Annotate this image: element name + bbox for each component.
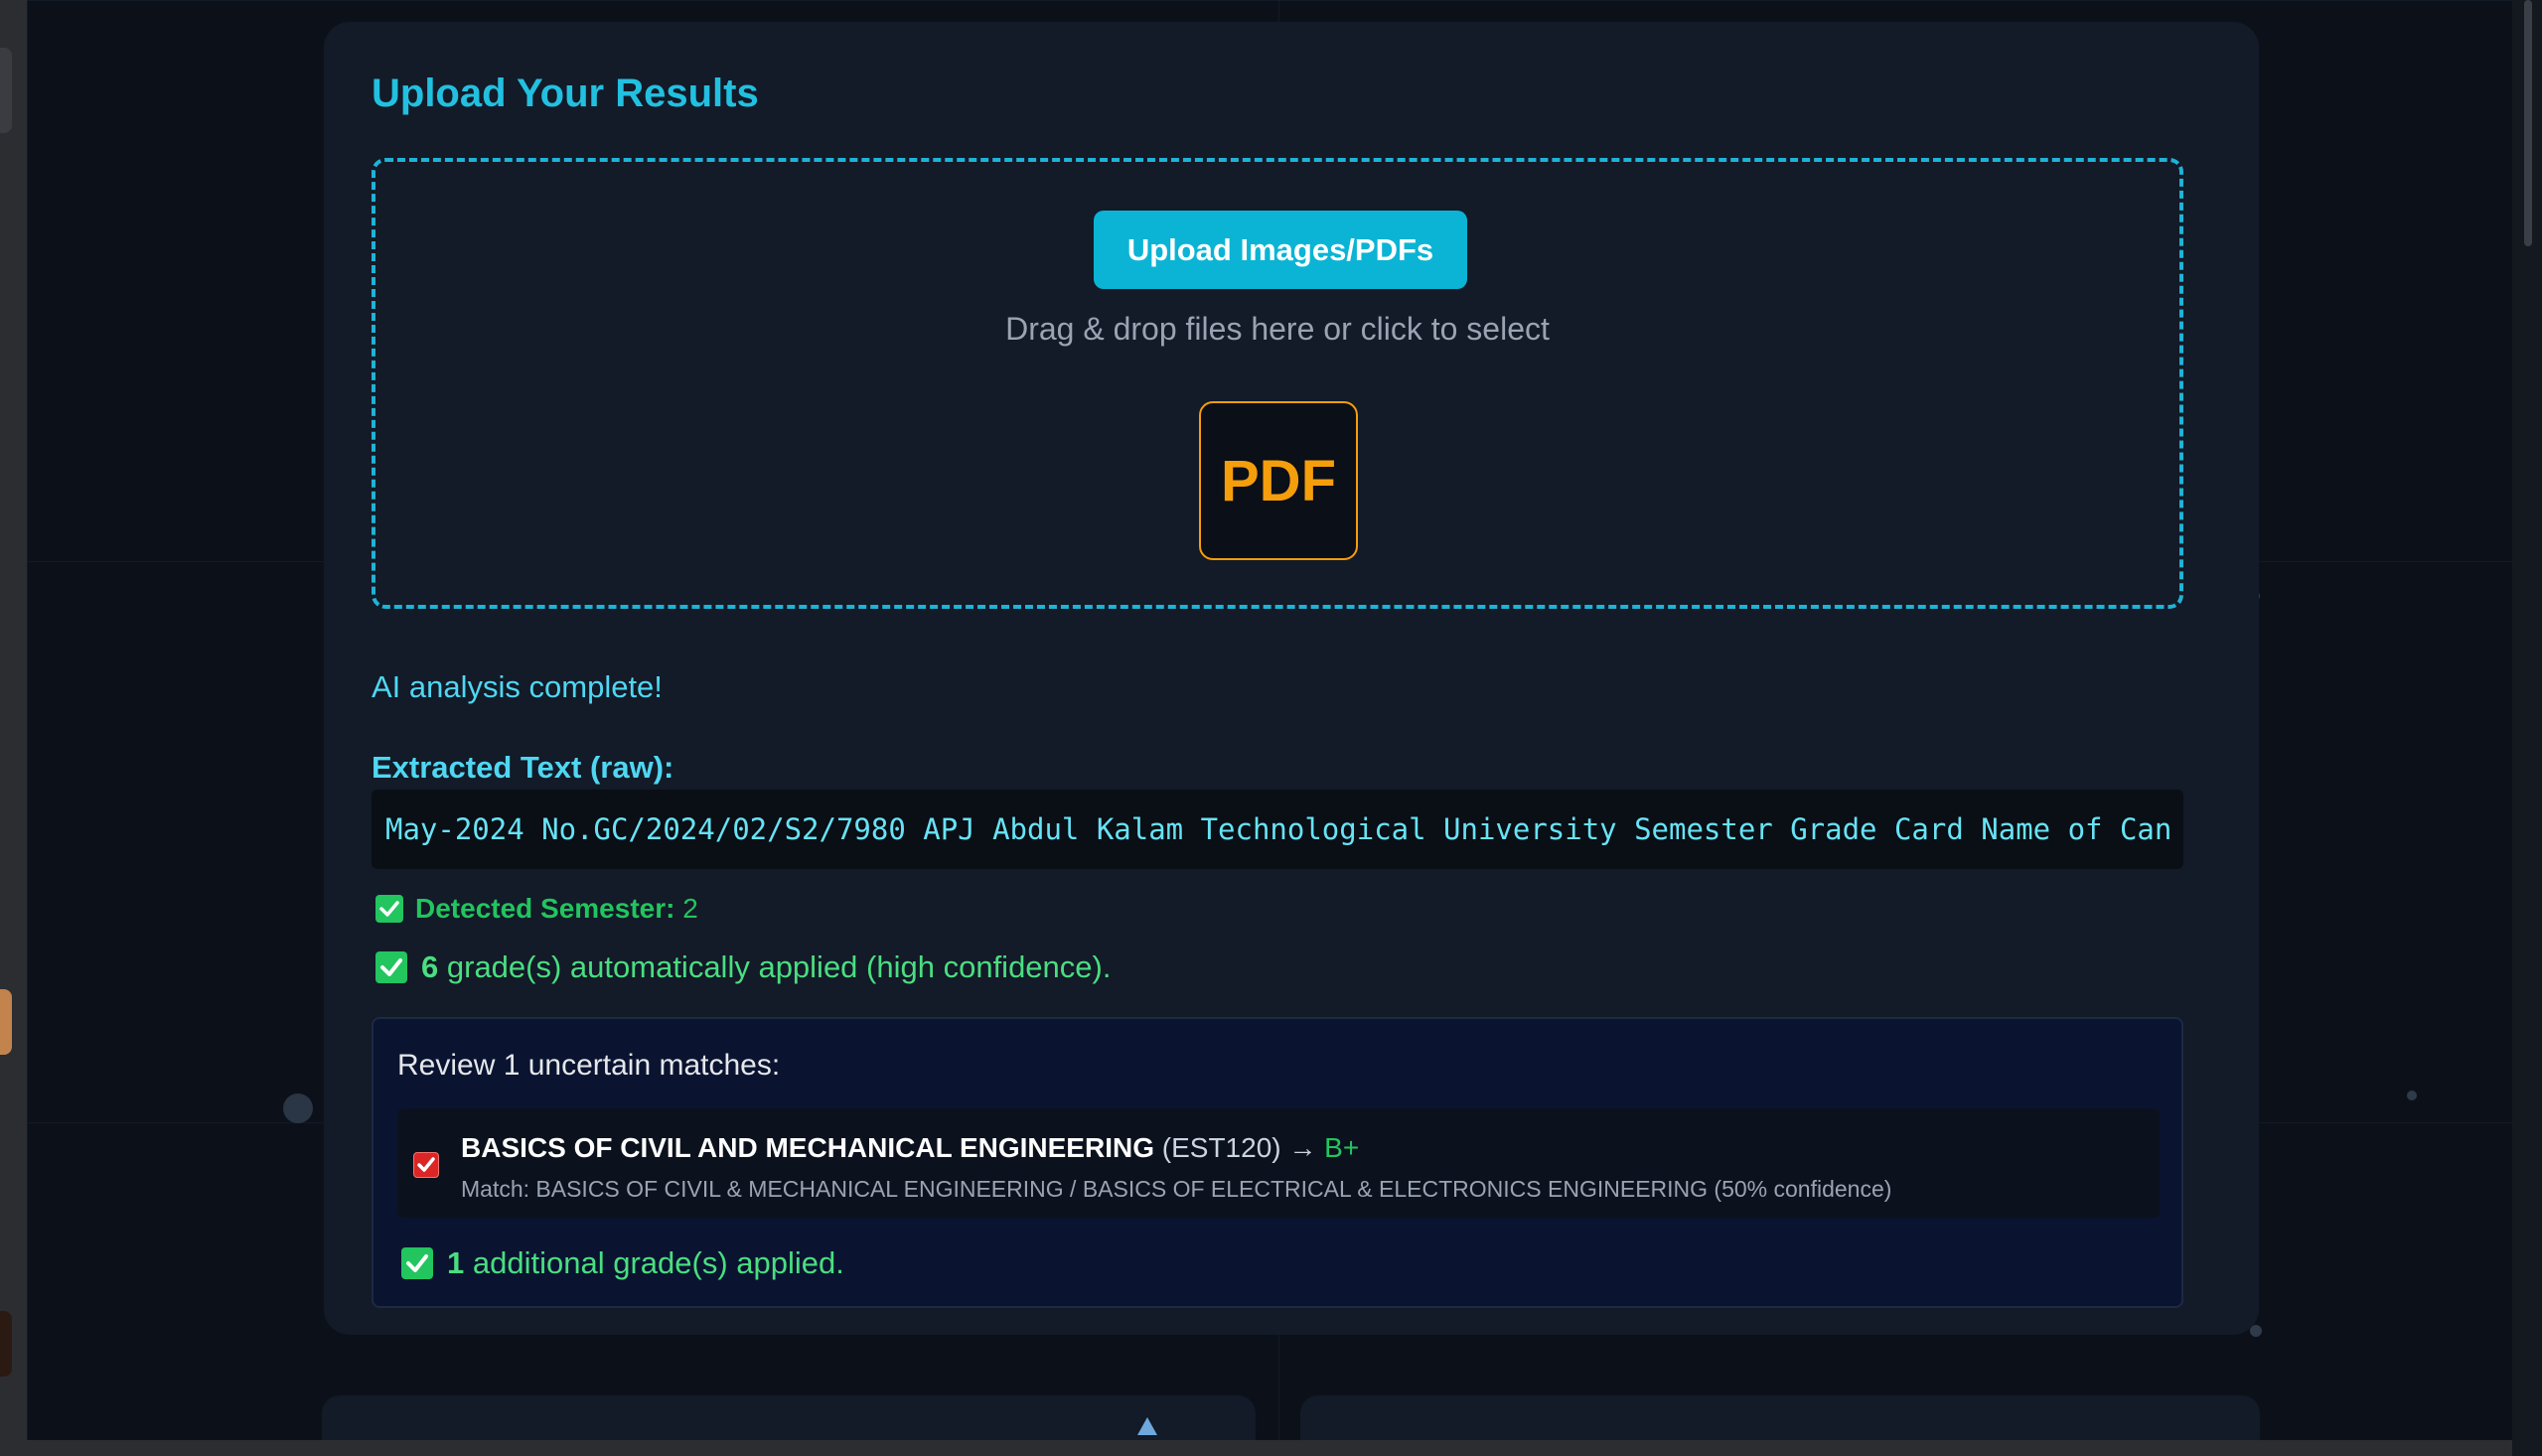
next-card-left bbox=[322, 1395, 1256, 1440]
decor-dot bbox=[2407, 1091, 2417, 1100]
review-panel: Review 1 uncertain matches: BASICS OF CI… bbox=[372, 1017, 2183, 1308]
review-title: Review 1 uncertain matches: bbox=[397, 1049, 781, 1082]
side-tab[interactable] bbox=[0, 48, 12, 133]
detected-semester-label: Detected Semester: bbox=[415, 893, 675, 924]
card-title: Upload Your Results bbox=[372, 72, 759, 115]
additional-applied-message: 1 additional grade(s) applied. bbox=[401, 1245, 844, 1281]
extracted-text: May-2024 No.GC/2024/02/S2/7980 APJ Abdul… bbox=[385, 812, 2172, 846]
drop-hint: Drag & drop files here or click to selec… bbox=[1005, 311, 1550, 347]
extracted-text-box[interactable]: May-2024 No.GC/2024/02/S2/7980 APJ Abdul… bbox=[372, 790, 2183, 869]
side-tab[interactable] bbox=[0, 989, 12, 1055]
pdf-file-icon[interactable]: PDF bbox=[1199, 401, 1358, 560]
vertical-scrollbar[interactable] bbox=[2512, 0, 2542, 1456]
app-viewport: Upload Your Results Upload Images/PDFs D… bbox=[27, 0, 2528, 1440]
subject-name: BASICS OF CIVIL AND MECHANICAL ENGINEERI… bbox=[461, 1132, 1154, 1163]
review-item-summary: BASICS OF CIVIL AND MECHANICAL ENGINEERI… bbox=[461, 1132, 1359, 1164]
side-tab[interactable] bbox=[0, 1311, 12, 1377]
checkbox-checked-red-icon[interactable] bbox=[413, 1152, 439, 1178]
match-detail: Match: BASICS OF CIVIL & MECHANICAL ENGI… bbox=[461, 1176, 1892, 1202]
scroll-up-arrow-icon[interactable] bbox=[1137, 1417, 1157, 1435]
check-icon bbox=[375, 951, 407, 983]
grade-value: B+ bbox=[1324, 1132, 1360, 1163]
detected-semester-value: 2 bbox=[682, 893, 698, 924]
upload-files-button[interactable]: Upload Images/PDFs bbox=[1094, 211, 1467, 289]
auto-applied-message: 6 grade(s) automatically applied (high c… bbox=[375, 949, 1111, 985]
pdf-icon-label: PDF bbox=[1221, 448, 1336, 513]
additional-text: additional grade(s) applied. bbox=[472, 1245, 844, 1280]
auto-applied-count: 6 bbox=[421, 949, 439, 984]
check-icon bbox=[375, 895, 403, 923]
check-icon bbox=[401, 1247, 433, 1279]
review-item: BASICS OF CIVIL AND MECHANICAL ENGINEERI… bbox=[397, 1108, 2160, 1218]
scrollbar-thumb[interactable] bbox=[2524, 0, 2532, 246]
next-card-right bbox=[1300, 1395, 2260, 1440]
decor-dot bbox=[283, 1093, 313, 1123]
additional-count: 1 bbox=[447, 1245, 465, 1280]
auto-applied-text: grade(s) automatically applied (high con… bbox=[446, 949, 1112, 984]
upload-results-card: Upload Your Results Upload Images/PDFs D… bbox=[324, 22, 2259, 1335]
analysis-status: AI analysis complete! bbox=[372, 669, 663, 704]
detected-semester: Detected Semester: 2 bbox=[375, 893, 698, 925]
subject-code: (EST120) → bbox=[1161, 1132, 1317, 1163]
file-dropzone[interactable]: Upload Images/PDFs Drag & drop files her… bbox=[372, 158, 2183, 609]
extracted-text-label: Extracted Text (raw): bbox=[372, 750, 674, 785]
